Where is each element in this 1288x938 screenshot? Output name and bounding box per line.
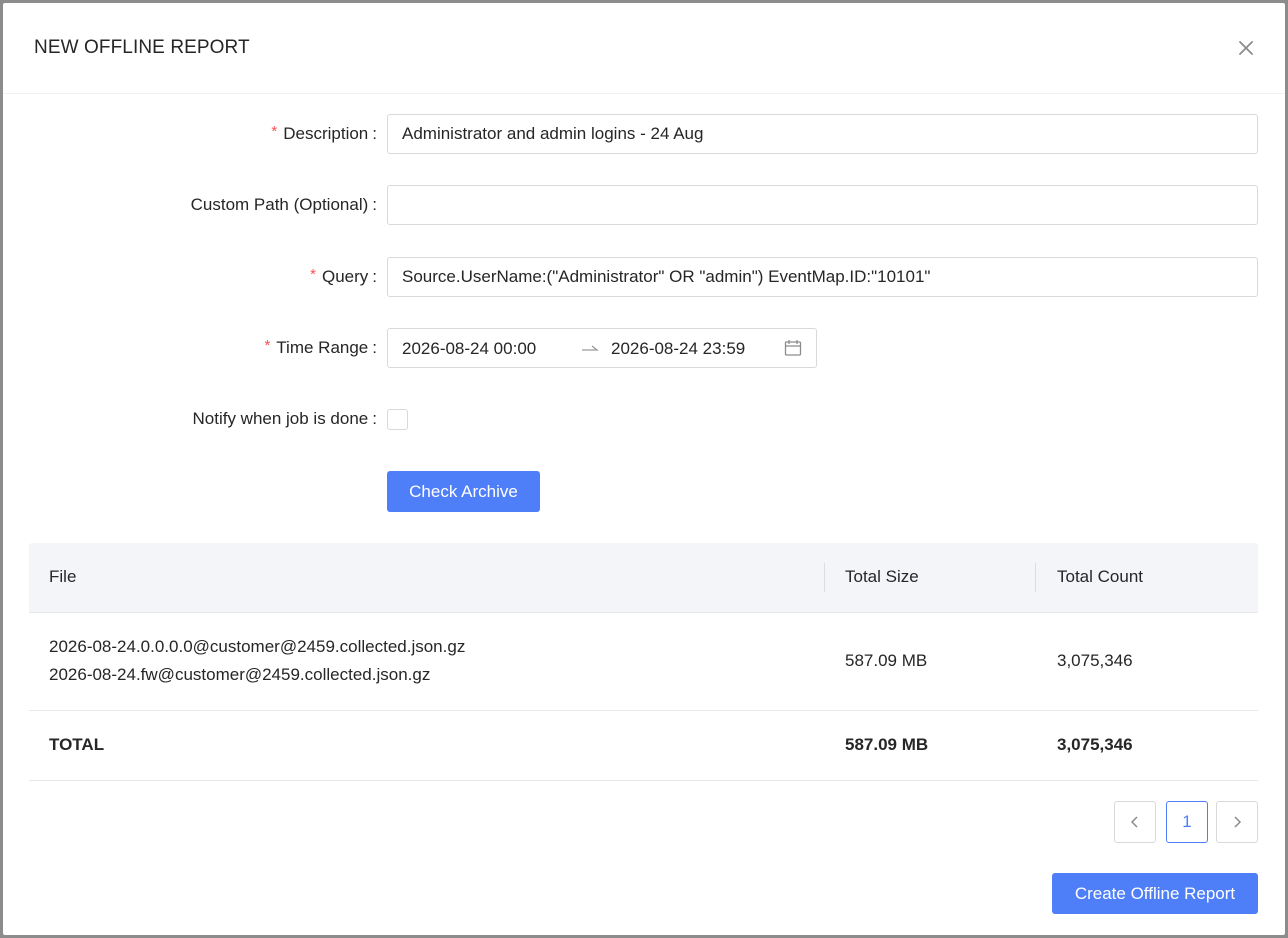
- query-input[interactable]: [387, 257, 1258, 297]
- label-colon: :: [372, 195, 377, 214]
- check-archive-button[interactable]: Check Archive: [387, 471, 540, 512]
- range-arrow-icon: [581, 340, 599, 360]
- close-icon: [1239, 41, 1253, 55]
- query-row: * Query :: [3, 257, 1285, 297]
- time-range-row: * Time Range : 2026-08-24 00:00 2026-08-…: [3, 328, 1285, 368]
- time-range-label-text: Time Range: [276, 338, 369, 357]
- description-input[interactable]: [387, 114, 1258, 154]
- label-colon: :: [372, 124, 377, 143]
- page-1-button[interactable]: 1: [1166, 801, 1208, 843]
- notify-row: Notify when job is done :: [3, 399, 1285, 439]
- column-divider: [1035, 563, 1036, 592]
- file-name: 2026-08-24.0.0.0.0@customer@2459.collect…: [49, 637, 466, 656]
- create-offline-report-button[interactable]: Create Offline Report: [1052, 873, 1258, 914]
- required-mark: *: [271, 122, 278, 140]
- modal-title: NEW OFFLINE REPORT: [34, 37, 250, 58]
- new-offline-report-modal: NEW OFFLINE REPORT * Description : Custo…: [3, 3, 1285, 935]
- description-row: * Description :: [3, 114, 1285, 154]
- time-range-picker[interactable]: 2026-08-24 00:00 2026-08-24 23:59: [387, 328, 817, 368]
- column-header-file: File: [49, 567, 77, 586]
- notify-label-text: Notify when job is done: [192, 409, 369, 428]
- chevron-right-icon: [1234, 816, 1242, 828]
- label-colon: :: [372, 267, 377, 286]
- table-header: File Total Size Total Count: [29, 543, 1258, 613]
- notify-checkbox[interactable]: [387, 409, 408, 430]
- label-colon: :: [372, 338, 377, 357]
- total-count: 3,075,346: [1057, 735, 1133, 754]
- required-mark: *: [310, 265, 316, 283]
- range-end-input[interactable]: 2026-08-24 23:59: [611, 339, 745, 359]
- description-label-text: Description: [283, 124, 369, 143]
- table-row: 2026-08-24.0.0.0.0@customer@2459.collect…: [29, 613, 1258, 711]
- query-label-text: Query: [321, 267, 369, 286]
- total-row: TOTAL 587.09 MB 3,075,346: [29, 711, 1258, 781]
- time-range-label: * Time Range :: [264, 328, 377, 368]
- count-cell: 3,075,346: [1057, 651, 1133, 670]
- custom-path-label-text: Custom Path (Optional): [190, 195, 369, 214]
- custom-path-row: Custom Path (Optional) :: [3, 185, 1285, 225]
- close-button[interactable]: [1235, 37, 1257, 59]
- custom-path-label: Custom Path (Optional) :: [191, 185, 377, 225]
- required-mark: *: [264, 336, 271, 354]
- size-cell: 587.09 MB: [845, 651, 928, 670]
- archive-table: File Total Size Total Count 2026-08-24.0…: [29, 543, 1258, 781]
- modal-header: NEW OFFLINE REPORT: [3, 3, 1285, 94]
- query-label: * Query :: [310, 257, 377, 297]
- file-cell: 2026-08-24.0.0.0.0@customer@2459.collect…: [49, 633, 465, 689]
- calendar-icon[interactable]: [784, 339, 802, 362]
- next-page-button[interactable]: [1216, 801, 1258, 843]
- file-name: 2026-08-24.fw@customer@2459.collected.js…: [49, 665, 431, 684]
- total-label: TOTAL: [49, 735, 105, 754]
- range-start-input[interactable]: 2026-08-24 00:00: [402, 339, 536, 359]
- total-size: 587.09 MB: [845, 735, 929, 754]
- prev-page-button[interactable]: [1114, 801, 1156, 843]
- column-header-total-count: Total Count: [1057, 567, 1143, 586]
- label-colon: :: [372, 409, 377, 428]
- description-label: * Description :: [271, 114, 377, 154]
- column-header-total-size: Total Size: [845, 567, 919, 586]
- custom-path-input[interactable]: [387, 185, 1258, 225]
- chevron-left-icon: [1130, 816, 1138, 828]
- notify-label: Notify when job is done :: [192, 399, 377, 439]
- column-divider: [824, 563, 825, 592]
